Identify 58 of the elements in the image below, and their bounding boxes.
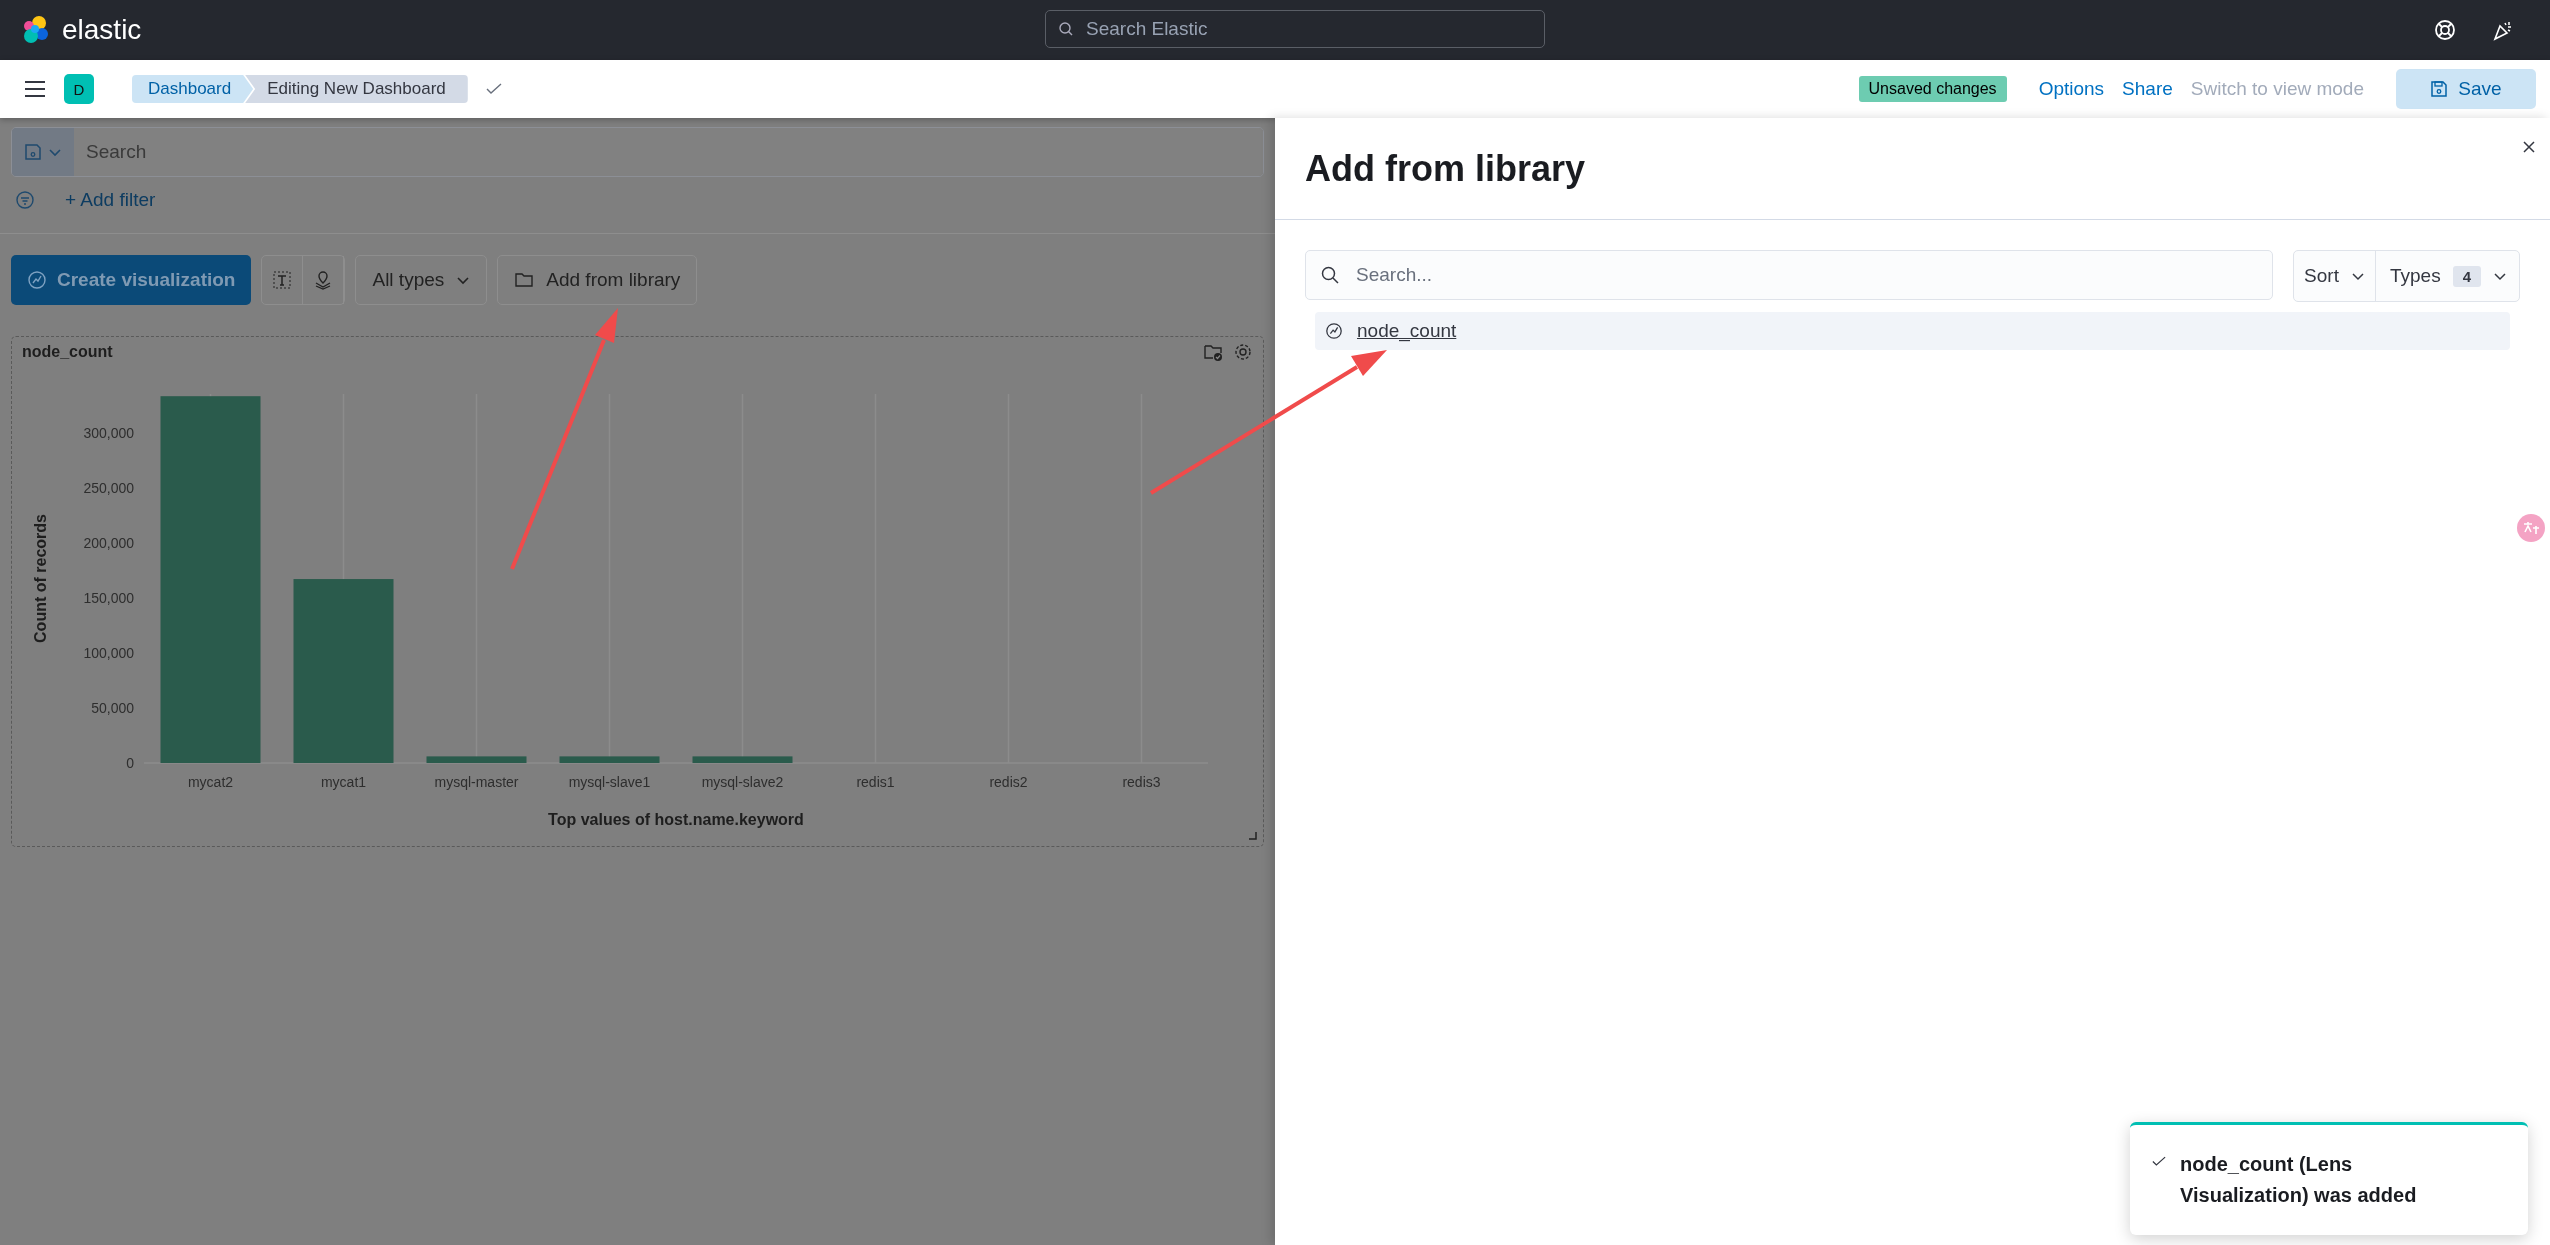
y-tick-label: 200,000	[83, 534, 134, 551]
save-icon	[2430, 80, 2449, 98]
header-link[interactable]: Share	[2122, 78, 2173, 100]
close-icon[interactable]	[2522, 140, 2536, 154]
unsaved-changes-badge: Unsaved changes	[1858, 76, 2007, 102]
types-count-badge: 4	[2452, 265, 2481, 287]
visualization-icon	[27, 270, 47, 290]
add-from-library-button[interactable]: Add from library	[497, 255, 698, 305]
x-axis-title: Top values of host.name.keyword	[548, 811, 804, 828]
space-avatar[interactable]: D	[64, 74, 94, 104]
breadcrumb[interactable]: Dashboard	[132, 75, 254, 103]
search-icon	[1320, 265, 1340, 285]
x-tick-label: redis2	[989, 774, 1028, 790]
create-visualization-button[interactable]: Create visualization	[11, 255, 252, 305]
menu-icon[interactable]	[24, 80, 46, 98]
global-search-field[interactable]: Search Elastic	[1045, 10, 1545, 48]
party-icon[interactable]	[2492, 19, 2514, 41]
toast-message: node_count (Lens Visualization) was added	[2180, 1152, 2418, 1208]
x-tick-label: mycat2	[187, 774, 234, 790]
x-tick-label: mysql-slave1	[568, 774, 651, 790]
help-icon[interactable]	[2434, 19, 2456, 41]
add-filter-link[interactable]: + Add filter	[65, 189, 156, 211]
library-search-field[interactable]: Search...	[1305, 250, 2274, 300]
visualization-icon	[1325, 322, 1343, 340]
global-search-input[interactable]: Search Elastic	[1084, 17, 1532, 41]
library-item-link[interactable]: node_count	[1357, 320, 1457, 342]
text-icon	[272, 270, 293, 290]
folder-check-icon[interactable]	[1203, 342, 1223, 362]
y-tick-label: 100,000	[83, 644, 134, 661]
library-search-input[interactable]: Search...	[1354, 263, 2259, 287]
y-tick-label: 0	[126, 755, 134, 771]
filter-icon[interactable]	[15, 190, 35, 210]
logo-text[interactable]: elastic	[62, 14, 142, 46]
y-tick-label: 300,000	[83, 424, 134, 441]
folder-icon	[514, 270, 535, 290]
save-button[interactable]: Save	[2396, 69, 2536, 109]
y-tick-label: 50,000	[91, 699, 134, 716]
check-icon	[2152, 1156, 2166, 1167]
check-icon[interactable]	[485, 83, 502, 95]
x-tick-label: redis3	[1122, 774, 1161, 790]
all-types-button[interactable]: All types	[355, 255, 488, 305]
panel-title: node_count	[22, 343, 113, 361]
settings-icon[interactable]	[1233, 342, 1253, 362]
search-icon	[1058, 21, 1074, 37]
flyout-title: Add from library	[1305, 147, 1586, 190]
y-axis-title: Count of records	[32, 514, 49, 643]
types-button[interactable]: Types 4	[2374, 251, 2519, 301]
x-tick-label: mycat1	[320, 774, 367, 790]
y-tick-label: 250,000	[83, 479, 134, 496]
x-tick-label: mysql-slave2	[701, 774, 784, 790]
library-item[interactable]: node_count	[1315, 312, 2510, 350]
x-tick-label: redis1	[856, 774, 895, 790]
breadcrumb[interactable]: Editing New Dashboard	[245, 75, 468, 103]
y-tick-label: 150,000	[83, 589, 134, 606]
resize-handle-icon[interactable]	[1249, 832, 1257, 840]
x-tick-label: mysql-master	[434, 774, 519, 790]
sort-button[interactable]: Sort	[2294, 251, 2375, 301]
header-link[interactable]: Options	[2038, 78, 2105, 100]
